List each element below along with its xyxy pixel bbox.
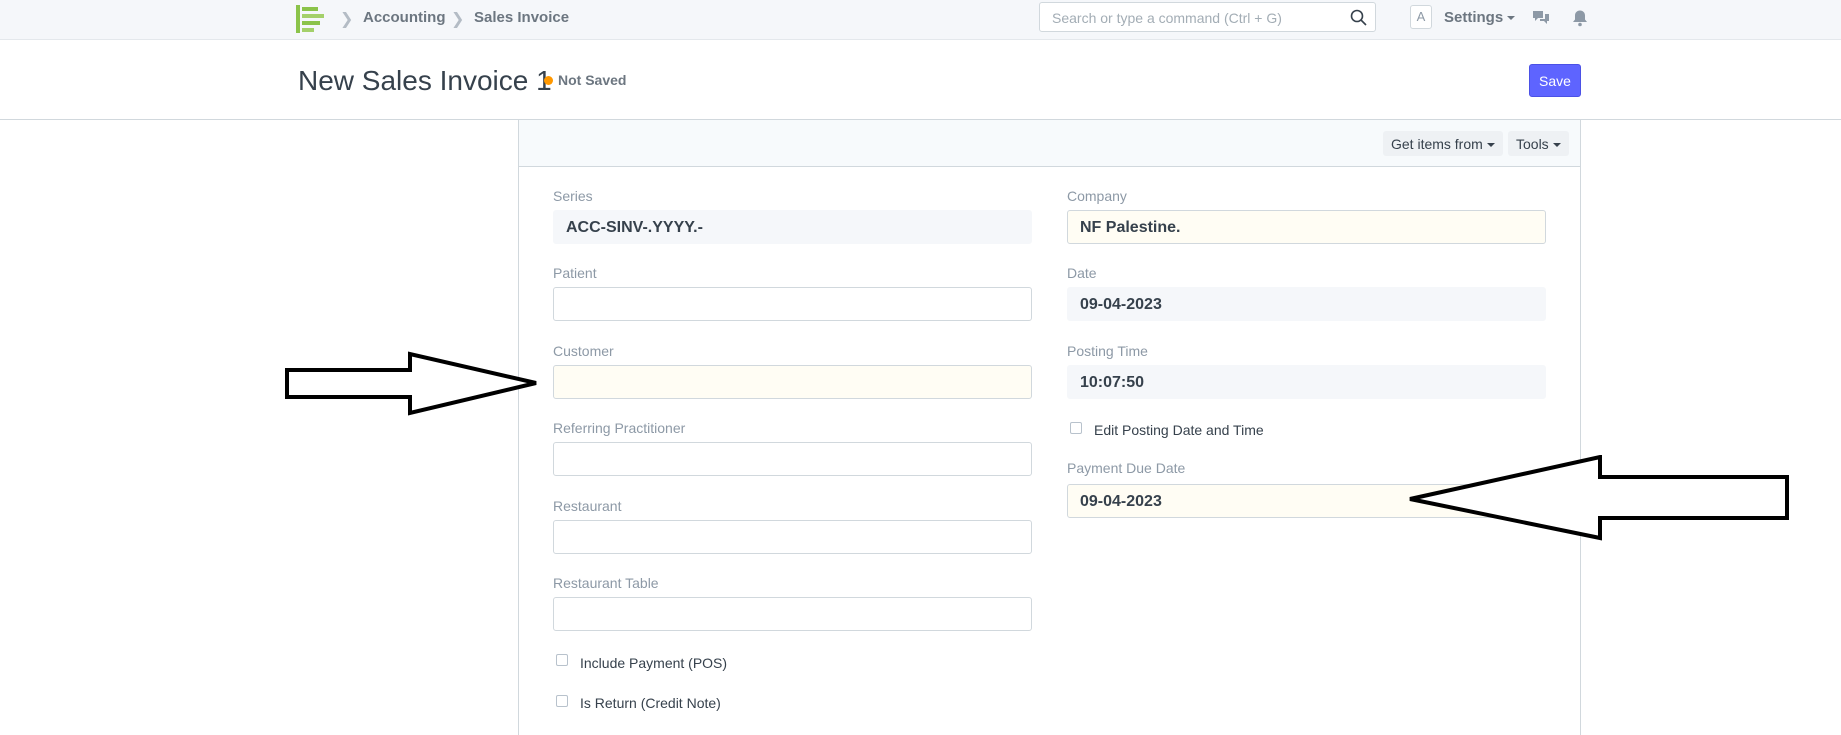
is-return-checkbox[interactable] — [556, 695, 568, 707]
company-field[interactable]: NF Palestine. — [1067, 210, 1546, 244]
posting-time-field[interactable]: 10:07:50 — [1067, 365, 1546, 399]
payment-due-date-label: Payment Due Date — [1067, 460, 1186, 476]
search-input[interactable] — [1050, 4, 1344, 32]
chevron-right-icon: ❯ — [340, 11, 354, 28]
series-label: Series — [553, 188, 593, 204]
include-payment-checkbox[interactable] — [556, 654, 568, 666]
chat-icon[interactable] — [1532, 9, 1550, 27]
search-icon[interactable] — [1350, 9, 1367, 26]
page-title: New Sales Invoice 1 — [298, 65, 552, 96]
restaurant-label: Restaurant — [553, 498, 622, 514]
status-badge: Not Saved — [558, 72, 627, 88]
app-logo-icon[interactable] — [296, 5, 326, 33]
caret-down-icon — [1486, 142, 1495, 147]
edit-posting-label: Edit Posting Date and Time — [1094, 422, 1264, 438]
page-head: New Sales Invoice 1 Not Saved Save — [0, 40, 1841, 120]
caret-down-icon — [1552, 142, 1561, 147]
avatar[interactable]: A — [1410, 5, 1432, 29]
chevron-right-icon: ❯ — [451, 11, 465, 28]
referring-practitioner-label: Referring Practitioner — [553, 420, 686, 436]
breadcrumb-sales-invoice[interactable]: Sales Invoice — [474, 9, 569, 26]
series-field[interactable]: ACC-SINV-.YYYY.- — [553, 210, 1032, 244]
patient-label: Patient — [553, 265, 597, 281]
form-card: Get items from Tools Series ACC-SINV-.YY… — [518, 120, 1581, 735]
tools-label: Tools — [1516, 135, 1549, 152]
restaurant-table-label: Restaurant Table — [553, 575, 659, 591]
edit-posting-checkbox[interactable] — [1070, 422, 1082, 434]
save-button[interactable]: Save — [1529, 64, 1581, 97]
caret-down-icon — [1507, 16, 1516, 21]
form-toolbar: Get items from Tools — [519, 120, 1580, 167]
search-box — [1039, 2, 1376, 32]
annotation-arrow-right-icon — [285, 351, 537, 416]
settings-menu[interactable]: Settings — [1444, 9, 1516, 26]
patient-field[interactable] — [553, 287, 1032, 321]
customer-field[interactable] — [553, 365, 1032, 399]
get-items-from-label: Get items from — [1391, 135, 1483, 152]
referring-practitioner-field[interactable] — [553, 442, 1032, 476]
breadcrumb-accounting[interactable]: Accounting — [363, 9, 446, 26]
restaurant-field[interactable] — [553, 520, 1032, 554]
date-field[interactable]: 09-04-2023 — [1067, 287, 1546, 321]
tools-button[interactable]: Tools — [1508, 131, 1569, 156]
status-indicator-dot — [544, 76, 553, 85]
annotation-arrow-left-icon — [1409, 455, 1789, 541]
navbar: ❯ Accounting ❯ Sales Invoice A Settings — [0, 0, 1841, 40]
date-label: Date — [1067, 265, 1097, 281]
include-payment-label: Include Payment (POS) — [580, 655, 728, 671]
company-label: Company — [1067, 188, 1127, 204]
restaurant-table-field[interactable] — [553, 597, 1032, 631]
is-return-label: Is Return (Credit Note) — [580, 695, 721, 711]
get-items-from-button[interactable]: Get items from — [1383, 131, 1503, 156]
customer-label: Customer — [553, 343, 614, 359]
settings-label: Settings — [1444, 9, 1504, 26]
notification-bell-icon[interactable] — [1571, 9, 1589, 27]
posting-time-label: Posting Time — [1067, 343, 1148, 359]
